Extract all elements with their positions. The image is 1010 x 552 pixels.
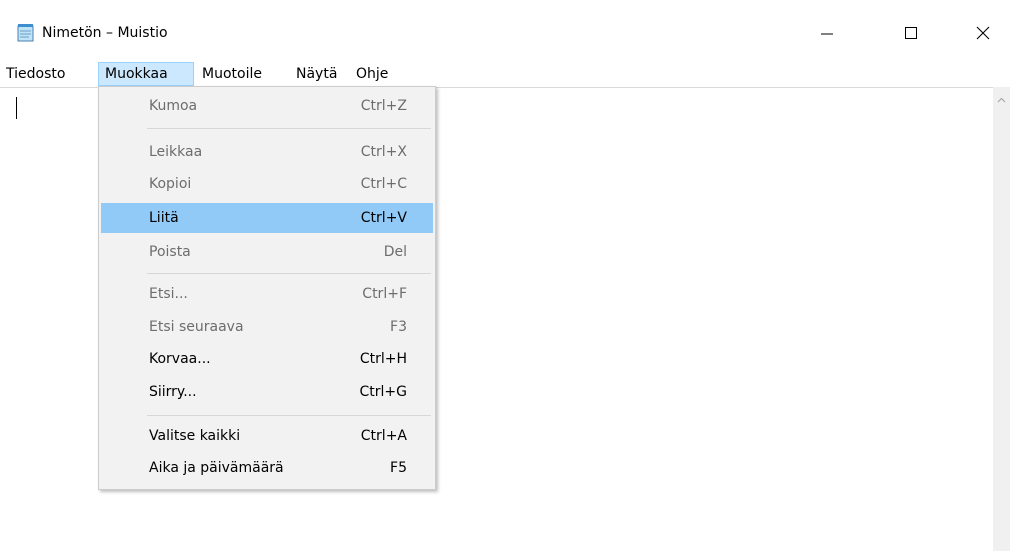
menu-item-shortcut: Ctrl+G	[359, 384, 408, 400]
menu-item-shortcut: Del	[383, 244, 407, 260]
menu-item-shortcut: F5	[390, 460, 407, 476]
menu-separator	[147, 128, 431, 129]
minimize-button[interactable]	[804, 12, 850, 54]
menu-format[interactable]: Muotoile	[196, 62, 288, 86]
menu-item-shortcut: Ctrl+A	[360, 428, 407, 444]
menu-separator	[147, 273, 431, 274]
menu-file[interactable]: Tiedosto	[0, 62, 98, 86]
menu-item-label: Valitse kaikki	[149, 428, 241, 444]
menu-item-delete[interactable]: Poista Del	[101, 237, 433, 267]
menu-help[interactable]: Ohje	[350, 62, 402, 86]
menu-view[interactable]: Näytä	[290, 62, 350, 86]
notepad-window: Nimetön – Muistio Tiedosto Muokkaa Muoto…	[0, 0, 1010, 552]
title-bar[interactable]: Nimetön – Muistio	[0, 0, 1010, 62]
menu-item-copy[interactable]: Kopioi Ctrl+C	[101, 169, 433, 199]
menu-item-paste[interactable]: Liitä Ctrl+V	[101, 203, 433, 233]
close-button[interactable]	[960, 12, 1006, 54]
menu-edit[interactable]: Muokkaa	[98, 62, 194, 86]
menu-item-label: Leikkaa	[149, 144, 203, 160]
menu-item-goto[interactable]: Siirry... Ctrl+G	[101, 377, 433, 407]
vertical-scrollbar[interactable]	[993, 87, 1010, 551]
maximize-button[interactable]	[888, 12, 934, 54]
menu-item-shortcut: Ctrl+H	[359, 351, 407, 367]
menu-item-shortcut: Ctrl+F	[362, 286, 407, 302]
menu-separator	[147, 415, 431, 416]
menu-item-time-date[interactable]: Aika ja päivämäärä F5	[101, 453, 433, 483]
menu-item-shortcut: Ctrl+X	[360, 144, 407, 160]
menu-item-select-all[interactable]: Valitse kaikki Ctrl+A	[101, 421, 433, 451]
menu-item-undo[interactable]: Kumoa Ctrl+Z	[101, 91, 433, 121]
menu-item-replace[interactable]: Korvaa... Ctrl+H	[101, 344, 433, 374]
menu-item-label: Etsi seuraava	[149, 319, 244, 335]
window-title: Nimetön – Muistio	[42, 25, 168, 41]
menu-item-shortcut: Ctrl+C	[360, 176, 407, 192]
menu-item-label: Korvaa...	[149, 351, 211, 367]
menu-item-label: Kumoa	[149, 98, 198, 114]
notepad-icon	[16, 23, 36, 43]
menu-item-find[interactable]: Etsi... Ctrl+F	[101, 279, 433, 309]
menu-item-label: Aika ja päivämäärä	[149, 460, 284, 476]
menu-item-label: Poista	[149, 244, 191, 260]
menu-item-cut[interactable]: Leikkaa Ctrl+X	[101, 137, 433, 167]
menu-item-label: Etsi...	[149, 286, 188, 302]
menu-item-shortcut: Ctrl+Z	[360, 98, 407, 114]
menu-item-label: Kopioi	[149, 176, 192, 192]
menu-item-shortcut: Ctrl+V	[360, 210, 407, 226]
menu-item-label: Siirry...	[149, 384, 197, 400]
chevron-up-icon[interactable]	[996, 95, 1007, 106]
menu-item-shortcut: F3	[390, 319, 407, 335]
menu-item-label: Liitä	[149, 210, 179, 226]
menu-bar: Tiedosto Muokkaa Muotoile Näytä Ohje	[0, 62, 1010, 86]
text-caret	[16, 97, 17, 119]
edit-dropdown-menu: Kumoa Ctrl+Z Leikkaa Ctrl+X Kopioi Ctrl+…	[98, 86, 436, 490]
menu-item-find-next[interactable]: Etsi seuraava F3	[101, 312, 433, 342]
